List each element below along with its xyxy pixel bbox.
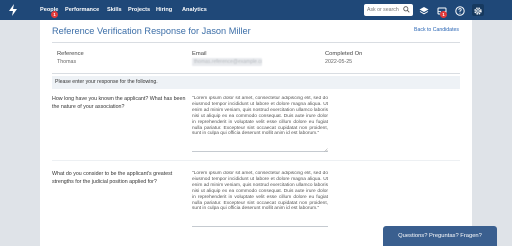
nav-item-skills[interactable]: Skills bbox=[107, 0, 122, 20]
answer-1-field[interactable]: "Lorem ipsum dolor sit amet, consectetur… bbox=[192, 96, 328, 152]
settings-icon[interactable] bbox=[472, 4, 484, 16]
instruction-text: Please enter your response for the follo… bbox=[55, 79, 158, 85]
logo-bolt-icon[interactable] bbox=[6, 3, 20, 17]
question-2-text: What do you consider to be the applicant… bbox=[52, 171, 173, 185]
search-icon[interactable] bbox=[403, 6, 410, 13]
question-divider bbox=[52, 160, 460, 161]
nav-item-analytics[interactable]: Analytics bbox=[182, 0, 207, 20]
search-input[interactable] bbox=[367, 5, 403, 15]
reference-response-panel: Reference Verification Response for Jaso… bbox=[40, 20, 472, 246]
resize-handle-icon[interactable] bbox=[324, 148, 328, 152]
answer-2-field[interactable]: "Lorem ipsum dolor sit amet, consectetur… bbox=[192, 171, 328, 227]
completed-on-label: Completed On bbox=[325, 51, 363, 57]
email-label: Email bbox=[192, 51, 207, 57]
nav-item-projects[interactable]: Projects bbox=[128, 0, 150, 20]
people-notification-badge: 1 bbox=[51, 11, 58, 18]
instruction-bar: Please enter your response for the follo… bbox=[52, 76, 460, 89]
nav-item-performance[interactable]: Performance bbox=[65, 0, 99, 20]
email-value-redacted: thomas.reference@example.com bbox=[192, 58, 262, 66]
inbox-notification-badge: 1 bbox=[440, 11, 447, 18]
nav-item-label: Skills bbox=[107, 7, 122, 13]
page-title: Reference Verification Response for Jaso… bbox=[52, 26, 251, 36]
back-to-candidates-link[interactable]: Back to Candidates bbox=[414, 27, 459, 33]
nav-item-label: Projects bbox=[128, 7, 151, 13]
help-icon[interactable] bbox=[454, 4, 466, 16]
help-chat-button[interactable]: Questions? Preguntas? Fragen? bbox=[383, 226, 497, 246]
completed-on-value: 2022-05-25 bbox=[325, 59, 353, 65]
nav-item-label: Hiring bbox=[156, 7, 173, 13]
title-divider bbox=[52, 42, 460, 43]
search-box[interactable] bbox=[364, 4, 413, 16]
reference-value: Thomas bbox=[57, 59, 77, 65]
nav-item-label: Analytics bbox=[182, 7, 207, 13]
nav-item-hiring[interactable]: Hiring bbox=[156, 0, 172, 20]
reference-label: Reference bbox=[57, 51, 84, 57]
info-divider bbox=[52, 73, 460, 74]
top-nav-bar: People 1 Performance Skills Projects Hir… bbox=[0, 0, 512, 20]
question-1-text: How long have you known the applicant? W… bbox=[52, 96, 186, 110]
nav-item-label: Performance bbox=[65, 7, 100, 13]
layers-icon[interactable] bbox=[418, 4, 430, 16]
